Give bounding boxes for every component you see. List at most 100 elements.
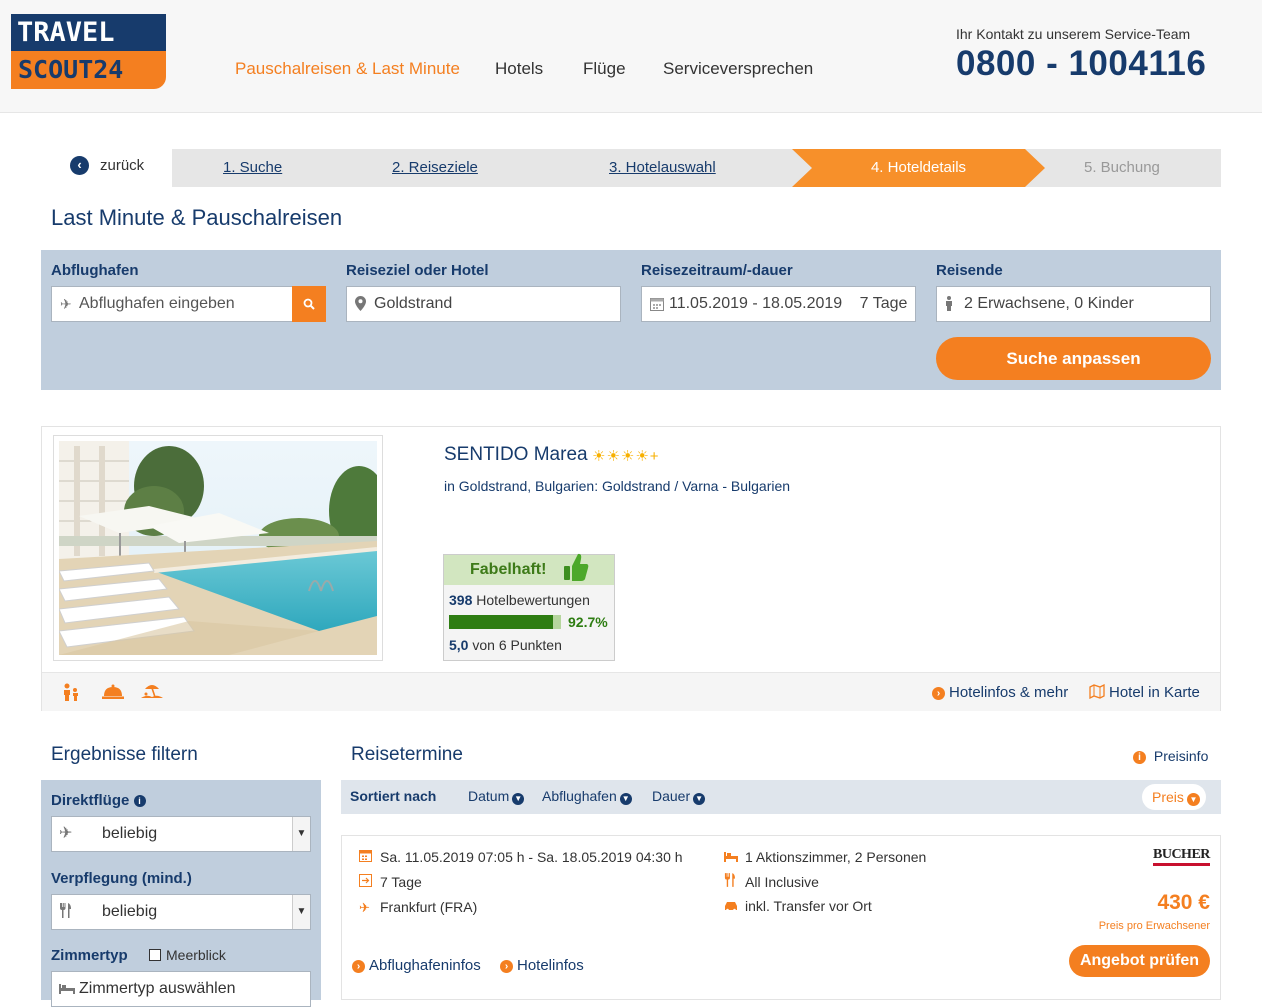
offer-price: 430 € — [1157, 891, 1210, 914]
calendar-icon — [359, 849, 373, 865]
sort-by-price[interactable]: Preis ▼ — [1142, 784, 1206, 810]
calendar-icon — [650, 287, 664, 321]
rating-label: Fabelhaft! — [470, 561, 547, 578]
step-hotelauswahl[interactable]: 3. Hotelauswahl — [609, 149, 716, 187]
nav-serviceversprechen[interactable]: Serviceversprechen — [663, 59, 813, 79]
direct-flights-label: Direktflüge i — [51, 792, 146, 809]
reviews-text: Hotelbewertungen — [476, 592, 590, 608]
seaview-checkbox[interactable]: Meerblick — [149, 947, 226, 963]
adjust-search-button[interactable]: Suche anpassen — [936, 337, 1211, 380]
offer-airport-value: Frankfurt (FRA) — [380, 899, 478, 915]
offer-duration: 7 Tage — [359, 874, 422, 890]
search-icon[interactable] — [292, 286, 326, 322]
bed-icon — [59, 972, 75, 1006]
reviews-count: 398 — [449, 592, 473, 608]
step-suche[interactable]: 1. Suche — [223, 149, 282, 187]
back-link[interactable]: ‹ zurück — [70, 156, 144, 175]
travelscout24-logo[interactable]: TRAVEL SCOUT24 — [11, 14, 166, 89]
hotel-photo[interactable] — [53, 435, 383, 661]
sort-duration-label: Dauer — [652, 788, 691, 804]
hotel-name: SENTIDO Marea — [444, 444, 588, 465]
dates-label: Reisezeitraum/-dauer — [641, 262, 793, 279]
sort-airport-label: Abflughafen — [542, 788, 617, 804]
contact-phone[interactable]: 0800 - 1004116 — [956, 44, 1206, 84]
airport-placeholder: Abflughafen eingeben — [79, 295, 235, 312]
destination-input[interactable]: Goldstrand — [346, 286, 621, 322]
site-header: TRAVEL SCOUT24 Pauschalreisen & Last Min… — [0, 0, 1262, 113]
chevron-left-icon: ‹ — [70, 156, 89, 175]
chevron-right-icon: › — [352, 960, 365, 973]
hotel-card: SENTIDO Marea ☀☀☀☀+ in Goldstrand, Bulga… — [41, 426, 1221, 711]
map-marker-icon — [355, 287, 366, 321]
hotel-info-link[interactable]: › Hotelinfos & mehr — [932, 684, 1068, 701]
hotel-rating-box[interactable]: Fabelhaft! 398 Hotelbewertungen 92.7% 5,… — [443, 553, 615, 661]
travellers-value: 2 Erwachsene, 0 Kinder — [964, 295, 1134, 312]
sort-price-label: Preis — [1152, 789, 1184, 805]
nav-pauschalreisen[interactable]: Pauschalreisen & Last Minute — [235, 59, 460, 79]
offer-board: All Inclusive — [724, 873, 819, 890]
hotel-map-link[interactable]: Hotel in Karte — [1089, 683, 1200, 701]
duration-icon — [359, 874, 373, 890]
step-hoteldetails-active: 4. Hoteldetails — [792, 149, 1045, 187]
airport-info-link[interactable]: › Abflughafeninfos — [352, 957, 481, 974]
info-icon[interactable]: i — [133, 795, 146, 807]
offer-hotel-info-link[interactable]: › Hotelinfos — [500, 957, 584, 974]
offer-duration-value: 7 Tage — [380, 874, 422, 890]
sort-date-label: Datum — [468, 788, 510, 804]
offer-hotel-info-label: Hotelinfos — [517, 957, 584, 974]
filter-title: Ergebnisse filtern — [51, 744, 198, 765]
offer-card: Sa. 11.05.2019 07:05 h - Sa. 18.05.2019 … — [341, 835, 1221, 1000]
chevron-right-icon: › — [932, 687, 945, 700]
destination-value: Goldstrand — [374, 295, 453, 312]
airplane-icon: ✈ — [359, 900, 370, 915]
sort-by-date[interactable]: Datum ▼ — [468, 788, 525, 805]
dates-input[interactable]: 11.05.2019 - 18.05.2019 7 Tage — [641, 286, 916, 322]
recommendation-bar — [449, 615, 561, 629]
price-info-label: Preisinfo — [1153, 748, 1209, 764]
direct-flights-text: Direktflüge — [51, 792, 130, 809]
tour-operator-logo: BUCHER — [1153, 847, 1210, 866]
cutlery-icon — [724, 873, 738, 890]
board-select[interactable]: beliebig ▼ — [51, 894, 311, 930]
hotel-stars-rating: ☀☀☀☀+ — [592, 448, 660, 465]
chevron-right-icon: › — [500, 960, 513, 973]
map-icon — [1089, 683, 1105, 700]
travellers-label: Reisende — [936, 262, 1003, 279]
sort-by-airport[interactable]: Abflughafen ▼ — [542, 788, 632, 805]
dates-value: 11.05.2019 - 18.05.2019 — [669, 295, 843, 312]
destination-label: Reiseziel oder Hotel — [346, 262, 489, 279]
airport-input[interactable]: ✈ Abflughafen eingeben — [51, 286, 326, 322]
check-offer-button[interactable]: Angebot prüfen — [1069, 945, 1210, 977]
duration-value: 7 Tage — [859, 295, 908, 312]
nav-fluege[interactable]: Flüge — [583, 59, 626, 79]
room-type-select[interactable]: Zimmertyp auswählen — [51, 971, 311, 1007]
direct-flights-value: beliebig — [102, 825, 158, 842]
rating-header: Fabelhaft! — [444, 553, 614, 585]
back-label: zurück — [100, 157, 145, 174]
room-type-placeholder: Zimmertyp auswählen — [79, 980, 236, 997]
airplane-icon: ✈ — [60, 296, 72, 312]
airport-label: Abflughafen — [51, 262, 139, 279]
logo-top: TRAVEL — [11, 14, 166, 51]
results-title: Reisetermine — [351, 744, 463, 765]
recommendation-bar-fill — [449, 615, 553, 629]
chevron-down-icon: ▼ — [619, 793, 632, 805]
nav-hotels[interactable]: Hotels — [495, 59, 543, 79]
offer-room-value: 1 Aktionszimmer, 2 Personen — [745, 849, 927, 865]
logo-bottom: SCOUT24 — [11, 51, 166, 89]
seaview-label: Meerblick — [166, 947, 226, 963]
filter-panel: Direktflüge i ✈ beliebig ▼ Verpflegung (… — [41, 780, 321, 1007]
travellers-input[interactable]: 2 Erwachsene, 0 Kinder — [936, 286, 1211, 322]
family-icon — [62, 683, 82, 706]
price-info-link[interactable]: i Preisinfo — [1133, 748, 1208, 764]
step-reiseziele[interactable]: 2. Reiseziele — [392, 149, 478, 187]
sort-by-duration[interactable]: Dauer ▼ — [652, 788, 706, 805]
direct-flights-select[interactable]: ✈ beliebig ▼ — [51, 816, 311, 852]
score-text: von 6 Punkten — [472, 637, 562, 653]
chevron-down-icon: ▼ — [693, 793, 706, 805]
search-panel: Abflughafen ✈ Abflughafen eingeben Reise… — [41, 250, 1221, 390]
board-label: Verpflegung (mind.) — [51, 870, 192, 887]
person-icon — [945, 287, 953, 321]
bed-icon — [724, 850, 738, 865]
hotel-map-label: Hotel in Karte — [1109, 684, 1200, 701]
